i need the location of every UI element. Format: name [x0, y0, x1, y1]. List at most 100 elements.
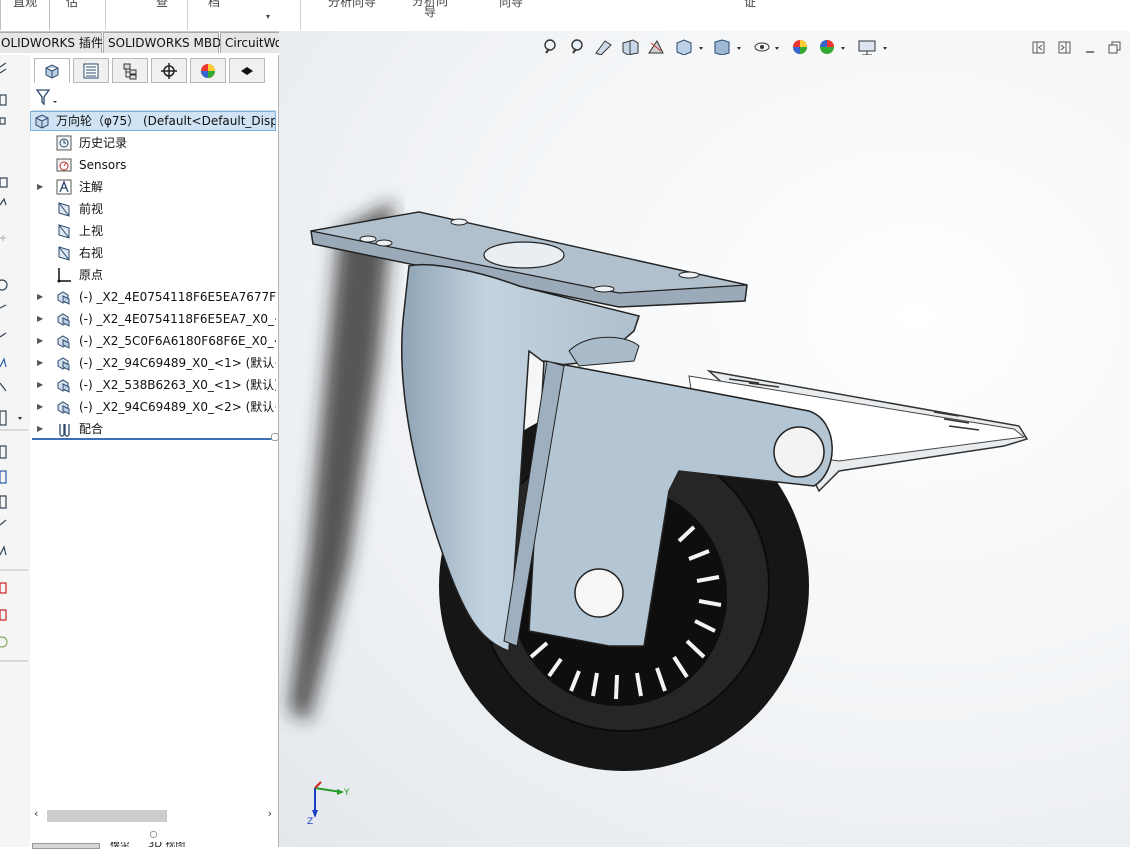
cube-icon[interactable]	[0, 470, 7, 484]
render-icon[interactable]	[0, 636, 8, 648]
block-icon[interactable]	[0, 495, 7, 509]
expand-arrow-icon[interactable]: ▶	[37, 287, 43, 307]
sensor-icon	[56, 158, 72, 172]
expand-arrow-icon[interactable]: ▶	[37, 309, 43, 329]
sketch-icon[interactable]	[0, 62, 7, 74]
tree-item-component-3[interactable]: ▶ (-) _X2_5C0F6A6180F68F6E_X0_<1	[30, 331, 276, 351]
tree-item-component-6[interactable]: ▶ (-) _X2_94C69489_X0_<2> (默认<<	[30, 397, 276, 417]
tab-appearance[interactable]	[229, 58, 265, 83]
tree-item-label: 原点	[79, 268, 104, 282]
rollback-bar[interactable]	[32, 438, 274, 440]
tree-item-label: 历史记录	[79, 136, 128, 150]
tree-item-history[interactable]: 历史记录	[30, 133, 276, 153]
tab-model[interactable]: 模型	[110, 842, 130, 847]
expand-arrow-icon[interactable]: ▶	[37, 397, 43, 417]
pdf-icon[interactable]	[0, 582, 7, 594]
spline-icon[interactable]	[0, 357, 7, 368]
component-icon	[57, 357, 70, 371]
tree-root-part[interactable]: 万向轮（φ75） (Default<Default_Displ	[30, 111, 276, 131]
drawing-icon[interactable]	[0, 177, 8, 188]
filter-icon[interactable]	[34, 87, 60, 109]
tab-feature-manager[interactable]	[34, 58, 70, 83]
ribbon-item-analysis-wizard[interactable]: 分析向导	[322, 0, 382, 14]
property-manager-icon	[83, 63, 99, 78]
tree-item-component-5[interactable]: ▶ (-) _X2_538B6263_X0_<1> (默认)	[30, 375, 276, 395]
ribbon-label: 分析向导	[327, 0, 376, 9]
ribbon-item-analysis-wizard-2[interactable]: 分析向 导	[404, 0, 456, 22]
expand-arrow-icon[interactable]: ▶	[37, 177, 43, 197]
tree-item-front-plane[interactable]: 前视	[30, 199, 276, 219]
tab-property-manager[interactable]	[73, 58, 109, 83]
tree-item-component-4[interactable]: ▶ (-) _X2_94C69489_X0_<1> (默认<<	[30, 353, 276, 373]
wrench-icon[interactable]	[0, 519, 7, 526]
scroll-right-icon[interactable]: ›	[268, 807, 272, 820]
tab-solidworks-mbd[interactable]: SOLIDWORKS MBD	[103, 32, 221, 53]
tree-item-top-plane[interactable]: 上视	[30, 221, 276, 241]
tree-item-mates[interactable]: ▶ 配合	[30, 419, 276, 439]
tree-item-label: 配合	[79, 422, 104, 436]
bottom-tab-arrows[interactable]	[32, 843, 100, 849]
hole-icon[interactable]	[0, 445, 7, 459]
tree-item-label: 注解	[79, 180, 104, 194]
expand-arrow-icon[interactable]: ▶	[37, 331, 43, 351]
dropdown-arrow-icon[interactable]	[18, 417, 22, 420]
plane-icon	[58, 224, 70, 239]
graphics-viewport[interactable]: Y Z	[279, 31, 1130, 847]
feature-manager-panel: 万向轮（φ75） (Default<Default_Displ 历史记录 Sen…	[30, 55, 279, 847]
ribbon-item-visual[interactable]: 直观	[0, 0, 50, 30]
tree-item-origin[interactable]: 原点	[30, 265, 276, 285]
ribbon-item-dropdown[interactable]: ▾	[258, 10, 278, 24]
point-icon[interactable]	[0, 235, 6, 241]
ribbon-label: 证	[743, 0, 756, 9]
tree-item-label: (-) _X2_4E0754118F6E5EA7_X0_<1	[79, 312, 276, 326]
caster-wheel-model[interactable]	[279, 31, 1130, 847]
tab-dimxpert-manager[interactable]	[151, 58, 187, 83]
component-icon	[57, 291, 70, 305]
ribbon-item-wizard[interactable]: 向导	[494, 0, 528, 14]
trim-icon[interactable]	[0, 332, 7, 338]
toolbar-icons	[0, 62, 28, 662]
reference-triad: Y Z	[307, 781, 350, 826]
tab-3d-view[interactable]: 3D 视图	[148, 842, 185, 847]
feature-icon[interactable]	[0, 94, 7, 106]
tab-solidworks-addins[interactable]: OLIDWORKS 插件	[0, 32, 103, 53]
circle-icon[interactable]	[0, 279, 8, 291]
tree-item-component-1[interactable]: ▶ (-) _X2_4E0754118F6E5EA7677F_X(	[30, 287, 276, 307]
ribbon-separator	[187, 0, 188, 30]
tree-item-right-plane[interactable]: 右视	[30, 243, 276, 263]
ribbon-item-document[interactable]: 档	[202, 0, 226, 14]
text-icon[interactable]	[0, 197, 7, 206]
tree-item-label: Sensors	[79, 158, 127, 172]
tree-item-component-2[interactable]: ▶ (-) _X2_4E0754118F6E5EA7_X0_<1	[30, 309, 276, 329]
diamond-icon	[241, 66, 253, 75]
view-icon[interactable]	[0, 117, 6, 125]
tab-configuration-manager[interactable]	[112, 58, 148, 83]
line-icon[interactable]	[0, 304, 7, 309]
expand-arrow-icon[interactable]: ▶	[37, 353, 43, 373]
tree-item-annotations[interactable]: ▶ 注解	[30, 177, 276, 197]
tree-item-label: (-) _X2_538B6263_X0_<1> (默认)	[79, 378, 276, 392]
offset-icon[interactable]	[0, 382, 7, 392]
scroll-thumb[interactable]	[47, 810, 167, 822]
ribbon-label: 分析向 导	[411, 0, 448, 19]
tree-item-sensors[interactable]: Sensors	[30, 155, 276, 175]
origin-icon	[57, 268, 71, 283]
horizontal-scrollbar[interactable]: ‹ ›	[30, 807, 276, 824]
expand-arrow-icon[interactable]: ▶	[37, 375, 43, 395]
ribbon-label: 直观	[12, 0, 37, 9]
ribbon-item-verify[interactable]: 证	[740, 0, 760, 14]
plane-icon	[58, 246, 70, 261]
history-icon	[56, 135, 72, 151]
panel-splitter-dot[interactable]	[150, 831, 157, 838]
ribbon-item-estimate[interactable]: 估	[60, 0, 84, 14]
measure-icon[interactable]	[0, 545, 7, 556]
expand-arrow-icon[interactable]: ▶	[37, 419, 43, 439]
export-icon[interactable]	[0, 609, 7, 621]
plane-icon	[58, 202, 70, 217]
tab-display-manager[interactable]	[190, 58, 226, 83]
ribbon-separator	[300, 0, 301, 30]
scroll-left-icon[interactable]: ‹	[34, 807, 38, 820]
splitter-handle[interactable]	[271, 433, 279, 441]
table-icon[interactable]	[0, 410, 7, 426]
ribbon-item-check[interactable]: 查	[150, 0, 174, 14]
